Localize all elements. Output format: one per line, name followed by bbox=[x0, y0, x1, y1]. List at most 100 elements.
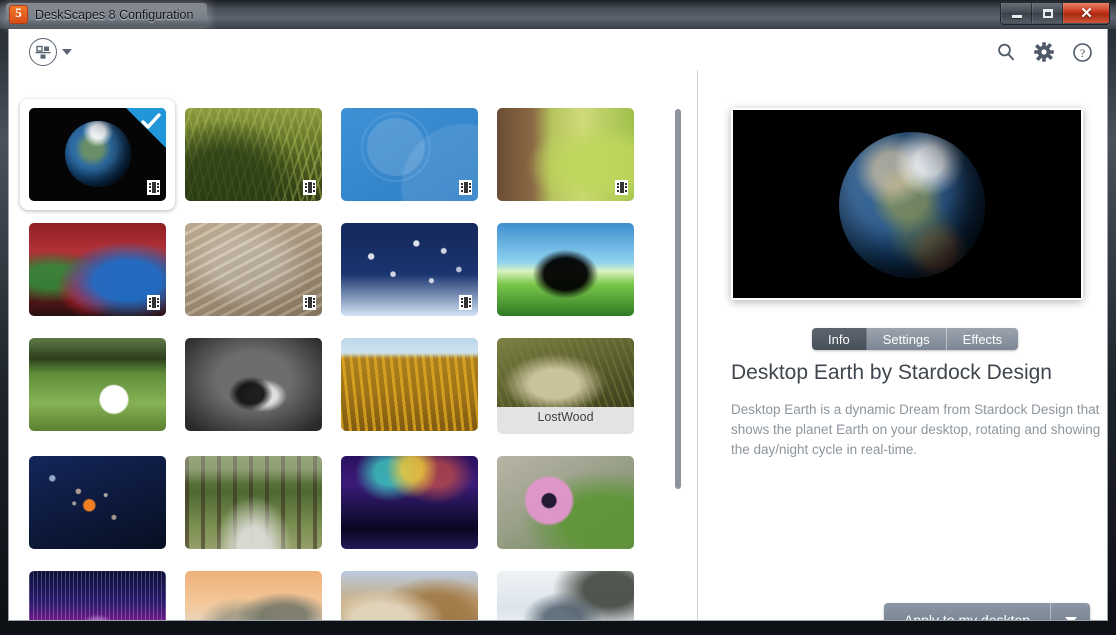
tile-thumbnail bbox=[497, 223, 634, 316]
apply-dropdown-button[interactable] bbox=[1051, 603, 1090, 620]
toolbar: ? bbox=[9, 29, 1107, 70]
tile-thumbnail bbox=[341, 338, 478, 431]
tile-thumbnail bbox=[29, 338, 166, 431]
film-strip-icon bbox=[147, 180, 160, 195]
tile-thumbnail-wrap bbox=[341, 456, 478, 549]
tile-thumbnail bbox=[497, 338, 634, 412]
minimize-button[interactable] bbox=[1001, 3, 1032, 23]
tile-thumbnail bbox=[29, 456, 166, 549]
window-controls: ✕ bbox=[1000, 3, 1110, 25]
tile-thumbnail bbox=[341, 108, 478, 201]
dream-tile-great-wall[interactable] bbox=[341, 571, 478, 620]
maximize-button[interactable] bbox=[1032, 3, 1063, 23]
dream-tile-aurora[interactable] bbox=[341, 456, 478, 549]
svg-text:?: ? bbox=[1080, 46, 1085, 60]
view-mode-button[interactable] bbox=[29, 38, 72, 66]
tile-thumbnail bbox=[185, 223, 322, 316]
dream-tile-floating-tree[interactable] bbox=[497, 223, 634, 316]
tile-thumbnail-wrap bbox=[341, 338, 478, 431]
detail-tabs: Info Settings Effects bbox=[812, 328, 1019, 350]
maximize-icon bbox=[1042, 8, 1053, 18]
tile-thumbnail-wrap: LostWood bbox=[497, 338, 634, 434]
film-strip-icon bbox=[303, 295, 316, 310]
tile-thumbnail-wrap bbox=[497, 571, 634, 620]
help-circle-icon[interactable]: ? bbox=[1072, 42, 1093, 68]
tile-thumbnail bbox=[185, 338, 322, 431]
tile-thumbnail-wrap bbox=[29, 338, 166, 431]
tile-thumbnail-wrap bbox=[497, 456, 634, 549]
dream-tile-lostwood[interactable]: LostWood bbox=[497, 338, 634, 434]
dream-tile-sand-texture[interactable] bbox=[185, 223, 322, 316]
dream-preview[interactable] bbox=[733, 110, 1081, 298]
chevron-down-icon bbox=[62, 49, 72, 55]
dream-tile-two-cats[interactable] bbox=[185, 338, 322, 434]
apply-to-desktop-button[interactable]: Apply to my desktop bbox=[884, 603, 1052, 620]
tile-thumbnail-wrap bbox=[341, 223, 478, 316]
tile-thumbnail-wrap bbox=[185, 456, 322, 549]
tile-thumbnail-wrap bbox=[341, 571, 478, 620]
dream-tile-snow-mountain[interactable] bbox=[497, 571, 634, 620]
tile-thumbnail bbox=[29, 223, 166, 316]
tab-effects[interactable]: Effects bbox=[946, 328, 1019, 350]
chevron-down-icon bbox=[1064, 616, 1077, 620]
tile-thumbnail-wrap bbox=[185, 338, 322, 431]
dream-tile-grass-pods[interactable] bbox=[185, 108, 322, 201]
tile-thumbnail-wrap bbox=[341, 108, 478, 201]
title-bar: DeskScapes 8 Configuration ✕ bbox=[0, 0, 1116, 29]
tile-thumbnail bbox=[497, 456, 634, 549]
layout-view-icon bbox=[29, 38, 57, 66]
client-area: ? LostWood Info Settings Effects Desktop E… bbox=[8, 29, 1108, 621]
tile-thumbnail bbox=[29, 571, 166, 620]
dream-tile-misty-peaks[interactable] bbox=[185, 571, 322, 620]
grid-scrollbar-thumb[interactable] bbox=[675, 109, 681, 489]
tile-thumbnail-wrap bbox=[185, 223, 322, 316]
dream-grid-panel[interactable]: LostWood bbox=[9, 70, 698, 620]
tab-settings[interactable]: Settings bbox=[866, 328, 947, 350]
layout-view-glyph bbox=[35, 45, 51, 59]
earth-globe-icon bbox=[839, 132, 985, 278]
search-icon[interactable] bbox=[996, 42, 1016, 67]
stardock-logo-icon bbox=[9, 5, 28, 24]
gear-icon[interactable] bbox=[1033, 41, 1055, 68]
film-strip-icon bbox=[459, 180, 472, 195]
film-strip-icon bbox=[303, 180, 316, 195]
dream-tile-tree-bark-leaf[interactable] bbox=[497, 108, 634, 201]
dream-tile-tree-lane[interactable] bbox=[185, 456, 322, 549]
tile-label: LostWood bbox=[497, 407, 634, 434]
check-icon bbox=[141, 113, 161, 136]
earth-globe-icon bbox=[65, 121, 131, 187]
tile-thumbnail-wrap bbox=[497, 223, 634, 316]
dream-tile-pink-daisy[interactable] bbox=[497, 456, 634, 549]
tile-thumbnail-wrap bbox=[29, 108, 166, 201]
film-strip-icon bbox=[459, 295, 472, 310]
tile-thumbnail-wrap bbox=[29, 223, 166, 316]
toolbar-actions: ? bbox=[996, 41, 1093, 68]
title-bar-caption: DeskScapes 8 Configuration bbox=[6, 3, 208, 26]
tile-thumbnail bbox=[29, 108, 166, 201]
dream-tile-wheat-field[interactable] bbox=[341, 338, 478, 434]
dream-tile-bubbles-night[interactable] bbox=[341, 223, 478, 316]
dream-tile-desktop-earth[interactable] bbox=[20, 99, 175, 210]
tile-thumbnail-wrap bbox=[185, 571, 322, 620]
dream-tile-golf-ball[interactable] bbox=[29, 338, 166, 434]
tile-thumbnail bbox=[341, 456, 478, 549]
minimize-icon bbox=[1011, 14, 1022, 18]
dream-description: Desktop Earth is a dynamic Dream from St… bbox=[731, 402, 1101, 457]
tile-thumbnail bbox=[341, 223, 478, 316]
close-icon: ✕ bbox=[1080, 4, 1093, 22]
close-button[interactable]: ✕ bbox=[1063, 3, 1109, 23]
dream-tile-audio-spectrum[interactable] bbox=[29, 571, 166, 620]
dream-grid: LostWood bbox=[20, 99, 654, 620]
film-strip-icon bbox=[615, 180, 628, 195]
film-strip-icon bbox=[147, 295, 160, 310]
dream-tile-blue-circles[interactable] bbox=[341, 108, 478, 201]
apply-button-group: Apply to my desktop bbox=[884, 603, 1091, 620]
grid-scrollbar[interactable] bbox=[672, 70, 682, 620]
tab-info[interactable]: Info bbox=[812, 328, 867, 350]
tile-thumbnail bbox=[185, 571, 322, 620]
tile-thumbnail bbox=[497, 571, 634, 620]
dream-tile-retro-car-girl[interactable] bbox=[29, 223, 166, 316]
application-window: DeskScapes 8 Configuration ✕ bbox=[0, 0, 1116, 635]
tile-thumbnail bbox=[185, 456, 322, 549]
dream-tile-solar-system[interactable] bbox=[29, 456, 166, 549]
